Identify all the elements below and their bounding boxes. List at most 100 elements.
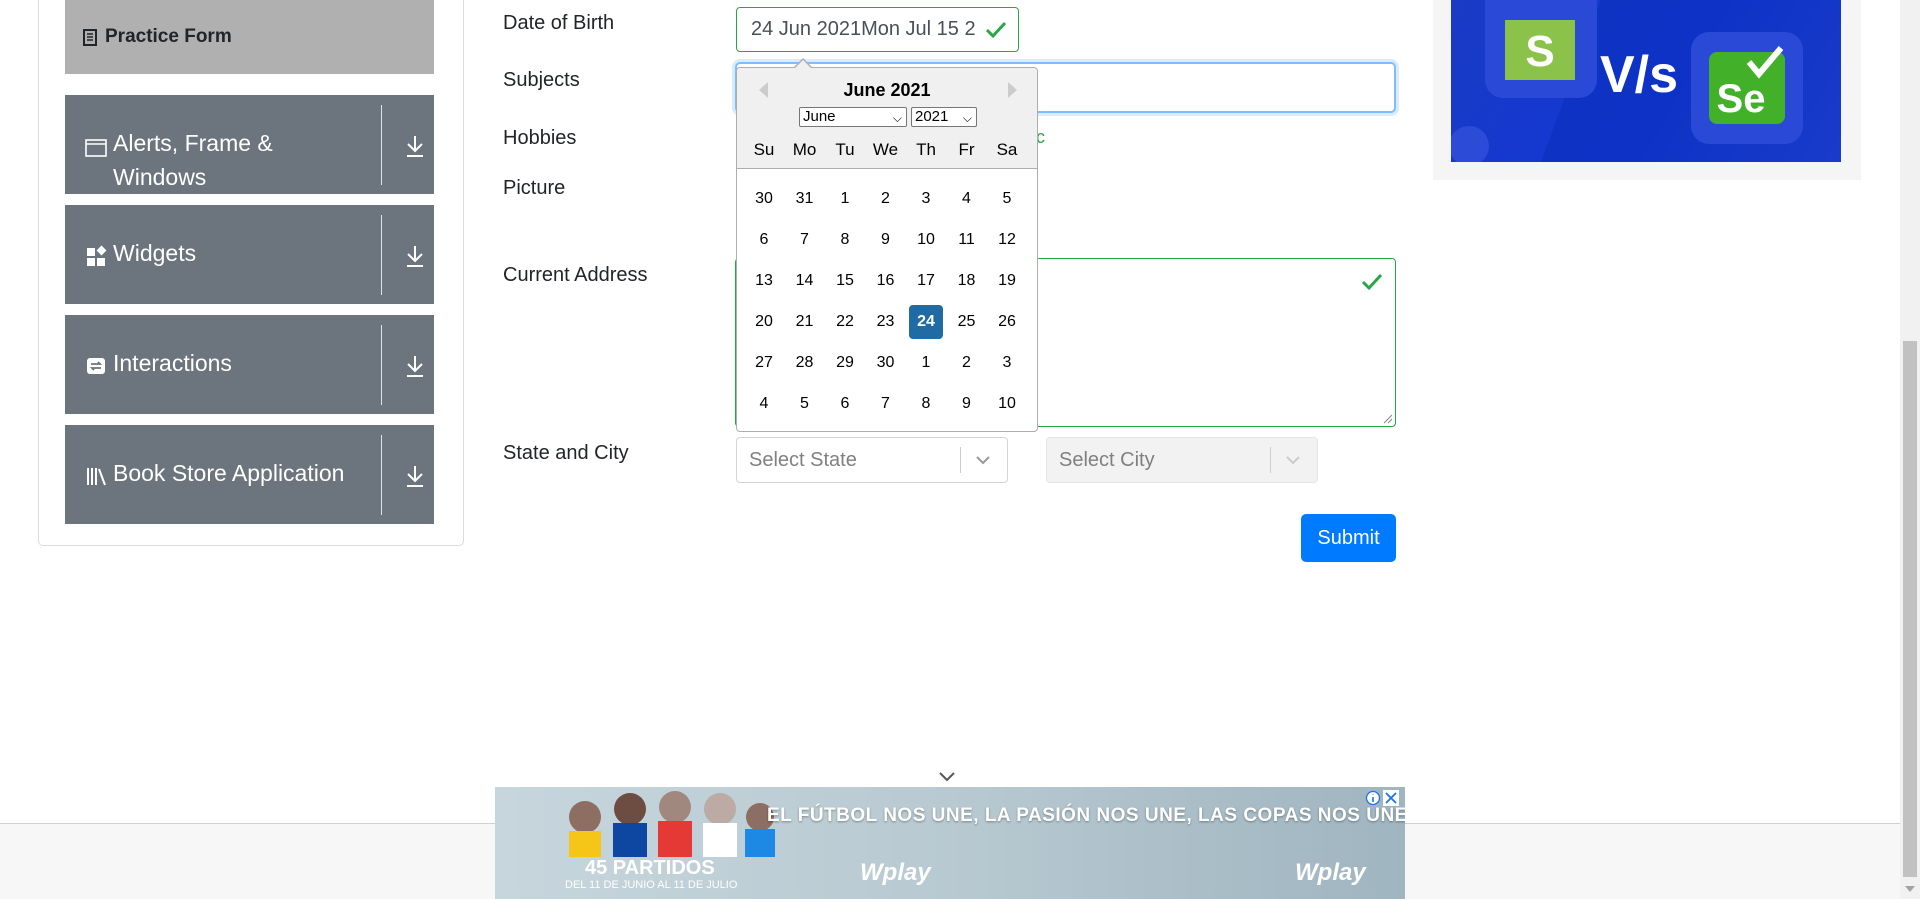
calendar-day[interactable]: 10 <box>909 223 943 257</box>
datepicker: June 2021 June ⌵ 2021 ⌵ Su Mo Tu We Th Fr Sa 30 3… <box>736 67 1038 432</box>
calendar-day[interactable]: 14 <box>788 264 822 298</box>
calendar-day[interactable]: 6 <box>828 387 862 421</box>
calendar-day-selected[interactable]: 24 <box>909 305 943 339</box>
sidebar-item-label: Practice Form <box>105 26 232 47</box>
next-month-icon[interactable] <box>1008 82 1017 98</box>
calendar-day[interactable]: 15 <box>828 264 862 298</box>
calendar-day[interactable]: 17 <box>909 264 943 298</box>
calendar-day[interactable]: 4 <box>950 182 984 216</box>
weekday-label: Sa <box>996 140 1018 159</box>
calendar-day[interactable]: 27 <box>747 346 781 380</box>
weekday-label: We <box>872 140 899 159</box>
calendar-day[interactable]: 3 <box>909 182 943 216</box>
ad-close-icon[interactable] <box>1383 790 1399 806</box>
calendar-day[interactable]: 18 <box>950 264 984 298</box>
calendar-day[interactable]: 28 <box>788 346 822 380</box>
select-separator <box>1270 447 1271 473</box>
calendar-day[interactable]: 26 <box>990 305 1024 339</box>
calendar-day[interactable]: 8 <box>909 387 943 421</box>
select-arrow-icon: ⌵ <box>962 111 972 125</box>
sidebar-group-widgets[interactable]: Widgets <box>65 205 434 304</box>
sidebar-group-interactions[interactable]: Interactions <box>65 315 434 414</box>
calendar-day[interactable]: 1 <box>828 182 862 216</box>
ad-info-icon[interactable] <box>1365 790 1381 806</box>
hobbies-label: Hobbies <box>503 127 577 149</box>
calendar-day[interactable]: 4 <box>747 387 781 421</box>
calendar-day[interactable]: 5 <box>990 182 1024 216</box>
city-placeholder: Select City <box>1059 449 1155 471</box>
group-label: Alerts, Frame & Windows <box>113 130 273 190</box>
download-icon[interactable] <box>403 353 427 379</box>
download-icon[interactable] <box>403 133 427 159</box>
group-label: Interactions <box>113 350 232 376</box>
calendar-day[interactable]: 9 <box>869 223 903 257</box>
submit-button[interactable]: Submit <box>1301 514 1396 562</box>
download-icon[interactable] <box>403 463 427 489</box>
ad-banner-right[interactable]: S V/s Se <box>1433 0 1861 180</box>
state-city-label: State and City <box>503 442 629 464</box>
calendar-day[interactable]: 13 <box>747 264 781 298</box>
weekday-label: Su <box>753 140 775 159</box>
calendar-day[interactable]: 9 <box>950 387 984 421</box>
sidebar-group-book-store[interactable]: Book Store Application <box>65 425 434 524</box>
sidebar-item-practice-form[interactable]: Practice Form <box>65 0 434 74</box>
calendar-day[interactable]: 25 <box>950 305 984 339</box>
group-label: Book Store Application <box>113 460 345 486</box>
calendar-day[interactable]: 29 <box>828 346 862 380</box>
scroll-down-arrow-icon[interactable] <box>1904 884 1916 894</box>
books-icon <box>87 468 106 486</box>
calendar-day[interactable]: 7 <box>869 387 903 421</box>
dob-input[interactable]: 24 Jun 2021Mon Jul 15 2021 <box>736 7 1019 52</box>
group-divider <box>381 215 382 295</box>
state-placeholder: Select State <box>749 449 857 471</box>
calendar-day[interactable]: 2 <box>950 346 984 380</box>
svg-text:Se: Se <box>1717 77 1766 121</box>
calendar-day[interactable]: 19 <box>990 264 1024 298</box>
group-label: Widgets <box>113 240 197 266</box>
year-select[interactable]: 2021 ⌵ <box>911 107 977 127</box>
calendar-day[interactable]: 11 <box>950 223 984 257</box>
sidebar-group-alerts[interactable]: Alerts, Frame & Windows <box>65 95 434 194</box>
calendar-day[interactable]: 5 <box>788 387 822 421</box>
valid-check-icon <box>985 21 1007 39</box>
calendar-day[interactable]: 2 <box>869 182 903 216</box>
calendar-day[interactable]: 21 <box>788 305 822 339</box>
katalon-vs-selenium-ad-graphic: S V/s Se <box>1451 0 1841 162</box>
calendar-day[interactable]: 8 <box>828 223 862 257</box>
chevron-down-icon[interactable] <box>938 771 956 783</box>
ad-banner-bottom[interactable]: EL FÚTBOL NOS UNE, LA PASIÓN NOS UNE, LA… <box>495 787 1405 899</box>
calendar-day[interactable]: 30 <box>747 182 781 216</box>
calendar-day[interactable]: 7 <box>788 223 822 257</box>
svg-text:S: S <box>1525 27 1554 76</box>
datepicker-title: June 2021 <box>843 80 931 100</box>
calendar-day[interactable]: 16 <box>869 264 903 298</box>
calendar-day[interactable]: 22 <box>828 305 862 339</box>
calendar-day[interactable]: 6 <box>747 223 781 257</box>
group-divider <box>381 325 382 405</box>
calendar-day[interactable]: 10 <box>990 387 1024 421</box>
calendar-day[interactable]: 1 <box>909 346 943 380</box>
calendar-day[interactable]: 3 <box>990 346 1024 380</box>
ad-brand-logo-right: Wplay <box>1295 859 1366 886</box>
month-select[interactable]: June ⌵ <box>799 107 907 127</box>
calendar-day[interactable]: 12 <box>990 223 1024 257</box>
valid-check-icon <box>1361 273 1383 291</box>
calendar-day[interactable]: 31 <box>788 182 822 216</box>
interactions-icon <box>87 358 105 374</box>
chevron-down-icon <box>976 456 990 465</box>
ad-dates: DEL 11 DE JUNIO AL 11 DE JULIO <box>565 879 738 891</box>
ad-brand-logo: Wplay <box>860 859 931 886</box>
scrollbar-thumb[interactable] <box>1903 341 1917 877</box>
state-select[interactable]: Select State <box>736 437 1008 483</box>
calendar-day[interactable]: 23 <box>869 305 903 339</box>
resize-handle-icon[interactable] <box>1383 414 1393 424</box>
weekday-label: Tu <box>835 140 855 159</box>
city-select[interactable]: Select City <box>1046 437 1318 483</box>
download-icon[interactable] <box>403 243 427 269</box>
ad-headline: EL FÚTBOL NOS UNE, LA PASIÓN NOS UNE, LA… <box>767 805 1405 826</box>
select-arrow-icon: ⌵ <box>892 111 902 125</box>
calendar-day[interactable]: 30 <box>869 346 903 380</box>
picture-label: Picture <box>503 177 566 199</box>
calendar-day[interactable]: 20 <box>747 305 781 339</box>
ad-image[interactable]: S V/s Se <box>1451 0 1841 162</box>
